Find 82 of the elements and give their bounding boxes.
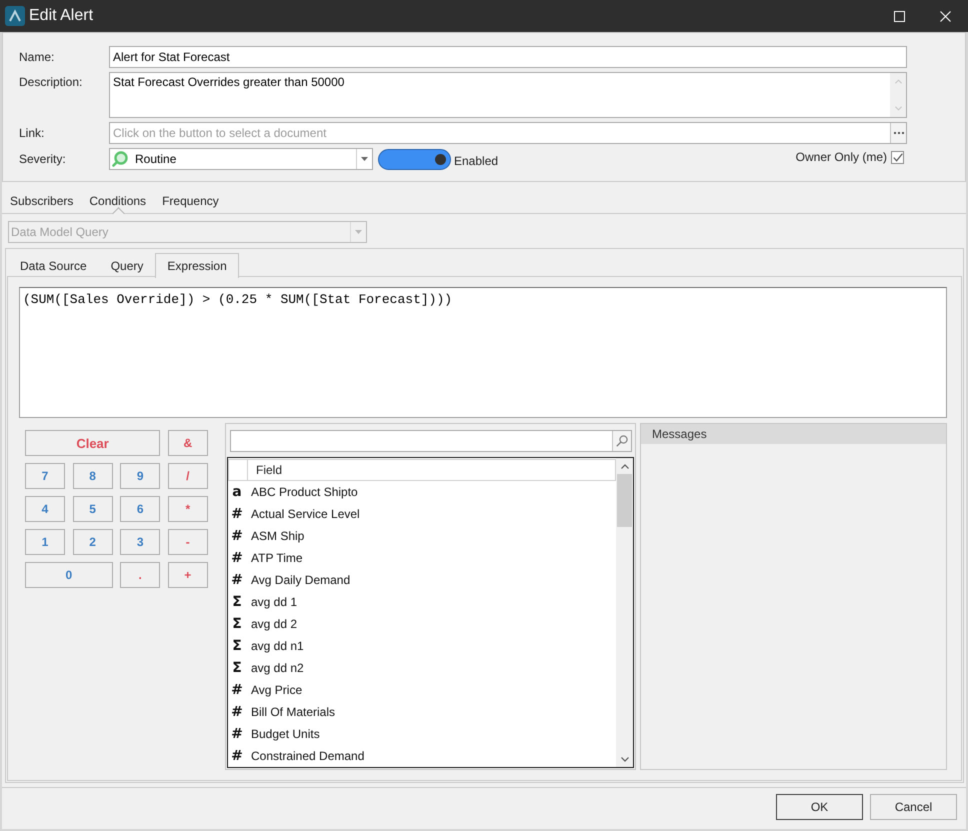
field-name[interactable]: ATP Time xyxy=(251,551,303,565)
keypad-button[interactable]: * xyxy=(168,496,208,522)
field-type-icon: Σ xyxy=(228,639,246,653)
toggle-label: Enabled xyxy=(454,154,498,168)
caret-down-icon xyxy=(894,106,902,111)
keypad-button[interactable]: 4 xyxy=(25,496,65,522)
tab[interactable]: Subscribers xyxy=(2,182,82,213)
field-label: Link: xyxy=(19,126,46,140)
checkbox[interactable] xyxy=(891,150,904,164)
field-label: Name: xyxy=(19,50,56,64)
field-type-icon: Σ xyxy=(228,661,246,675)
keypad-button[interactable]: 3 xyxy=(120,529,160,555)
expression-editor[interactable]: (SUM([Sales Override]) > (0.25 * SUM([Stat Forecast]))) xyxy=(19,287,947,418)
field-name[interactable]: Avg Daily Demand xyxy=(251,573,350,587)
field-type-icon: # xyxy=(228,749,246,763)
field-search-input[interactable] xyxy=(230,430,632,452)
field-type-icon: # xyxy=(228,507,246,521)
scrollbar[interactable] xyxy=(890,73,906,117)
keypad-button[interactable]: & xyxy=(168,430,208,456)
field-label: Description: xyxy=(19,74,84,89)
keypad-button[interactable]: 6 xyxy=(120,496,160,522)
caret-down-icon xyxy=(361,157,368,161)
field-label: Severity: xyxy=(19,152,67,166)
field-name[interactable]: Constrained Demand xyxy=(251,749,364,763)
search-icon xyxy=(616,435,628,447)
caret-down-icon xyxy=(620,757,628,762)
keypad-button[interactable]: 1 xyxy=(25,529,65,555)
field-name[interactable]: Budget Units xyxy=(251,727,320,741)
keypad-button[interactable]: 5 xyxy=(72,496,113,522)
field-type-icon: # xyxy=(228,573,246,587)
field-type-icon: # xyxy=(228,727,246,741)
keypad-button[interactable]: + xyxy=(168,562,208,588)
field-name[interactable]: Bill Of Materials xyxy=(251,705,336,719)
close-icon xyxy=(940,10,950,22)
keypad-button[interactable]: 2 xyxy=(72,529,113,555)
keypad-button[interactable]: . xyxy=(120,562,160,588)
field-type-icon: # xyxy=(228,683,246,697)
caret-up-icon xyxy=(894,79,902,84)
keypad-button[interactable]: 7 xyxy=(25,463,65,489)
checkmark-icon xyxy=(892,152,902,162)
tab[interactable]: Query xyxy=(98,253,156,277)
field-type-icon: # xyxy=(228,705,246,719)
field-type-icon: Σ xyxy=(228,595,246,609)
keypad-button[interactable]: 0 xyxy=(25,562,113,588)
field-type-icon: a xyxy=(228,485,246,499)
tab[interactable]: Data Source xyxy=(8,253,99,277)
tab[interactable]: Frequency xyxy=(154,182,227,213)
column-header[interactable]: Field xyxy=(248,460,282,480)
tab[interactable]: Expression xyxy=(155,253,239,278)
field-type-icon: # xyxy=(228,551,246,565)
clear-button[interactable]: Clear xyxy=(25,430,160,456)
field-name[interactable]: avg dd n2 xyxy=(251,661,304,675)
severity-dropdown[interactable]: Routine xyxy=(109,148,373,170)
toggle-switch[interactable] xyxy=(378,148,451,170)
maximize-icon xyxy=(894,10,904,22)
field-name[interactable]: avg dd 1 xyxy=(251,595,298,609)
field-name[interactable]: avg dd 2 xyxy=(251,617,298,631)
scrollbar-thumb[interactable] xyxy=(617,474,632,527)
scrollbar[interactable] xyxy=(616,458,633,767)
logo-icon xyxy=(5,6,25,26)
dialog-button[interactable]: OK xyxy=(776,794,863,820)
window-title: Edit Alert xyxy=(29,7,94,25)
field-type-icon: Σ xyxy=(228,617,246,631)
keypad-button[interactable]: / xyxy=(168,463,208,489)
browse-button[interactable] xyxy=(890,123,906,143)
field-name[interactable]: ASM Ship xyxy=(251,529,304,543)
field-type-icon: # xyxy=(228,529,246,543)
field-name[interactable]: Actual Service Level xyxy=(251,507,360,521)
description-input[interactable]: Stat Forecast Overrides greater than 50000 xyxy=(109,72,907,118)
field-name[interactable]: ABC Product Shipto xyxy=(251,485,358,499)
caret-down-icon xyxy=(355,230,362,234)
magnifier-icon xyxy=(112,151,128,167)
checkbox-label: Owner Only (me) xyxy=(796,150,887,164)
keypad-button[interactable]: 8 xyxy=(72,463,113,489)
keypad-button[interactable]: 9 xyxy=(120,463,160,489)
field-name[interactable]: avg dd n1 xyxy=(251,639,304,653)
field-name[interactable]: Avg Price xyxy=(251,683,302,697)
messages-header: Messages xyxy=(641,424,946,444)
caret-up-icon xyxy=(620,464,628,469)
dialog-button[interactable]: Cancel xyxy=(870,794,957,820)
keypad-button[interactable]: - xyxy=(168,529,208,555)
name-input[interactable]: Alert for Stat Forecast xyxy=(109,46,907,68)
